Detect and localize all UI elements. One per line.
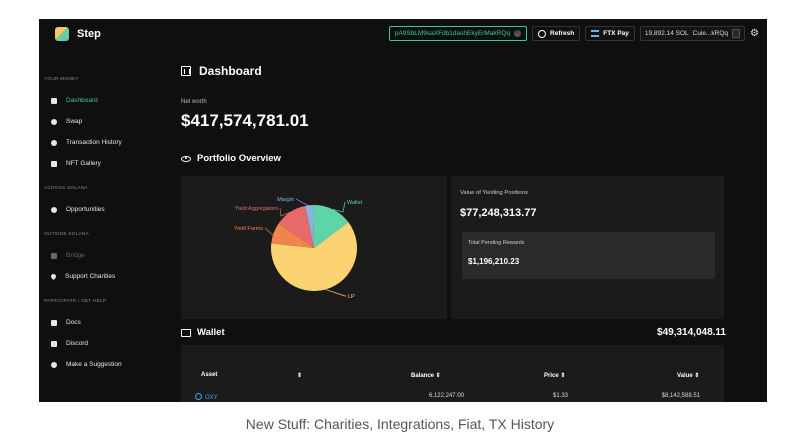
sidebar-item-label: Swap xyxy=(66,118,83,125)
table-cell-balance: 6,122,247.00 xyxy=(428,393,464,399)
rewards-value: $1,196,210.23 xyxy=(468,257,520,266)
oxy-token-icon xyxy=(195,393,202,400)
sidebar-item-label: Docs xyxy=(66,319,81,326)
table-cell-value: $8,142,588.51 xyxy=(661,393,700,399)
nft-icon xyxy=(51,160,57,167)
sidebar-item-swap[interactable]: Swap xyxy=(39,111,167,132)
app-logo[interactable]: Step xyxy=(55,27,101,41)
sidebar-item-transaction-history[interactable]: Transaction History xyxy=(39,132,167,153)
wallet-total: $49,314,048.11 xyxy=(657,327,726,338)
sidebar-item-label: Make a Suggestion xyxy=(66,361,122,368)
sidebar-item-make-a-suggestion[interactable]: Make a Suggestion xyxy=(39,354,167,375)
ftx-pay-button[interactable]: FTX Pay xyxy=(585,26,635,41)
sidebar-item-label: Opportunities xyxy=(66,206,105,213)
sidebar-section-title: PARTICIPATE / GET HELP xyxy=(44,299,107,304)
wallet-icon xyxy=(181,328,191,337)
page-title: Dashboard xyxy=(181,64,726,78)
caption: New Stuff: Charities, Integrations, Fiat… xyxy=(245,416,555,432)
heart-icon xyxy=(49,272,58,281)
sidebar-section-title: OUTSIDE SOLANA xyxy=(44,232,89,237)
sidebar: YOUR MONEY Dashboard Swap Transaction Hi… xyxy=(39,69,167,375)
sol-balance: 19,892.14 SOL xyxy=(644,30,689,37)
ftx-pay-label: FTX Pay xyxy=(603,30,629,37)
pie-label: Yield Aggregators xyxy=(235,206,278,212)
clear-address-icon[interactable]: × xyxy=(514,30,522,37)
top-bar: pA9SbLM9saXFdb1dashEkyErMakRQq × Refresh… xyxy=(388,26,759,41)
yield-value: $77,248,313.77 xyxy=(460,207,537,219)
table-cell-price: $1.33 xyxy=(552,393,568,399)
sidebar-item-nft-gallery[interactable]: NFT Gallery xyxy=(39,153,167,174)
gear-icon[interactable]: ⚙ xyxy=(750,28,759,39)
sidebar-section-title: YOUR MONEY xyxy=(44,77,79,82)
ftx-icon xyxy=(591,30,600,37)
sidebar-item-label: Dashboard xyxy=(66,97,98,104)
pie-leader-line xyxy=(325,289,346,297)
refresh-label: Refresh xyxy=(550,30,575,37)
sidebar-section-title: ACROSS SOLANA xyxy=(44,186,88,191)
history-icon xyxy=(51,139,57,146)
sidebar-item-label: Bridge xyxy=(66,252,85,259)
portfolio-overview-title: Portfolio Overview xyxy=(181,153,281,164)
discord-icon xyxy=(51,340,57,347)
refresh-button[interactable]: Refresh xyxy=(532,26,581,41)
yield-label: Value of Yielding Positions xyxy=(460,190,528,196)
dashboard-icon xyxy=(51,97,57,104)
pie-icon xyxy=(51,206,57,213)
suggestion-icon xyxy=(51,361,57,368)
portfolio-chart-panel: LP Yield Farms Yield Aggregators Margin Wall… xyxy=(181,176,447,319)
table-cell-asset[interactable]: OXY xyxy=(195,393,218,401)
wallet-address-short: Cuie...kRQq xyxy=(692,30,729,37)
sidebar-item-label: Support Charities xyxy=(65,273,116,280)
wallet-title-text: Wallet xyxy=(197,327,225,338)
portfolio-pie-chart[interactable]: LP Yield Farms Yield Aggregators Margin Wall… xyxy=(181,176,447,319)
sidebar-item-support-charities[interactable]: Support Charities xyxy=(39,266,167,287)
sidebar-item-discord[interactable]: Discord xyxy=(39,333,167,354)
sidebar-item-opportunities[interactable]: Opportunities xyxy=(39,199,167,220)
pie-label: LP xyxy=(348,294,355,300)
pending-rewards-card: Total Pending Rewards $1,196,210.23 xyxy=(462,232,715,279)
sidebar-item-label: NFT Gallery xyxy=(66,160,101,167)
net-worth-value: $417,574,781.01 xyxy=(181,111,309,130)
portfolio-overview-text: Portfolio Overview xyxy=(197,153,281,164)
rewards-label: Total Pending Rewards xyxy=(468,240,525,246)
column-header-asset[interactable]: Asset xyxy=(201,372,217,378)
net-worth-label: Net worth xyxy=(181,99,207,105)
page-title-text: Dashboard xyxy=(199,64,262,78)
wallet-header: Wallet $49,314,048.11 xyxy=(181,327,726,338)
column-header-value[interactable]: Value ⇕ xyxy=(677,372,699,379)
sidebar-item-label: Transaction History xyxy=(66,139,122,146)
address-value: pA9SbLM9saXFdb1dashEkyErMakRQq xyxy=(394,30,511,37)
swap-icon xyxy=(51,118,57,125)
step-logo-icon xyxy=(55,27,69,41)
sort-icon[interactable]: ⇕ xyxy=(297,372,302,379)
wallet-table: Asset ⇕ Balance ⇕ Price ⇕ Value ⇕ OXY 6,… xyxy=(181,345,724,402)
column-header-price[interactable]: Price ⇕ xyxy=(544,372,565,379)
pie-leader-line xyxy=(295,198,310,207)
pie-label: Margin xyxy=(277,197,294,203)
wallet-title: Wallet xyxy=(181,327,225,338)
refresh-icon xyxy=(538,29,547,38)
copy-icon[interactable] xyxy=(732,29,741,38)
sidebar-item-label: Discord xyxy=(66,340,89,347)
docs-icon xyxy=(51,319,57,326)
sidebar-item-dashboard[interactable]: Dashboard xyxy=(39,90,167,111)
wallet-button[interactable]: 19,892.14 SOL Cuie...kRQq xyxy=(639,26,746,41)
app-name: Step xyxy=(77,28,101,40)
sidebar-item-docs[interactable]: Docs xyxy=(39,312,167,333)
yielding-positions-panel: Value of Yielding Positions $77,248,313.… xyxy=(451,176,724,319)
pie-label: Yield Farms xyxy=(234,226,263,232)
address-input[interactable]: pA9SbLM9saXFdb1dashEkyErMakRQq × xyxy=(388,26,528,41)
chart-icon xyxy=(181,66,191,76)
pie-label: Wallet xyxy=(347,200,363,206)
column-header-balance[interactable]: Balance ⇕ xyxy=(411,372,441,379)
main-content: Dashboard Net worth $417,574,781.01 Port… xyxy=(181,64,726,402)
sidebar-item-bridge[interactable]: Bridge xyxy=(39,245,167,266)
bridge-icon xyxy=(51,252,57,259)
app-window: Step pA9SbLM9saXFdb1dashEkyErMakRQq × Re… xyxy=(39,19,767,402)
eye-icon xyxy=(181,155,191,162)
